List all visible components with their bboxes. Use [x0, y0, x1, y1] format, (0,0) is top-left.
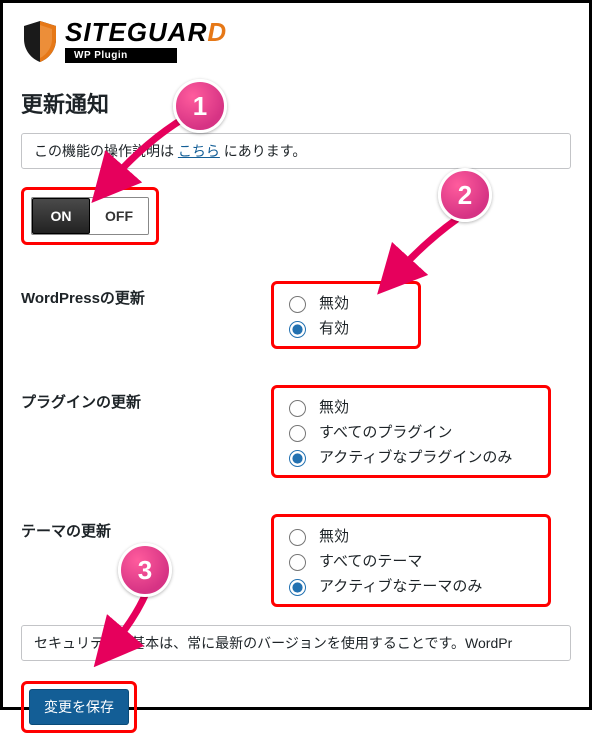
- logo-subtext: WP Plugin: [65, 48, 177, 63]
- options-highlight: 無効 有効: [271, 281, 421, 349]
- option-item[interactable]: 有効: [284, 315, 408, 340]
- row-label: WordPressの更新: [21, 281, 271, 308]
- row-plugin-update: プラグインの更新 無効 すべてのプラグイン アクティブなプラグインのみ: [21, 385, 571, 478]
- option-label: すべてのプラグイン: [319, 421, 452, 442]
- options-highlight: 無効 すべてのテーマ アクティブなテーマのみ: [271, 514, 551, 607]
- option-label: アクティブなプラグインのみ: [319, 446, 512, 467]
- radio-input[interactable]: [289, 400, 306, 417]
- siteguard-logo: SITEGUARD WP Plugin: [21, 19, 571, 63]
- row-wordpress-update: WordPressの更新 無効 有効: [21, 281, 571, 349]
- option-label: 無効: [319, 525, 349, 546]
- option-label: アクティブなテーマのみ: [319, 575, 482, 596]
- annotation-badge-1: 1: [173, 79, 227, 133]
- row-label: プラグインの更新: [21, 385, 271, 412]
- option-item[interactable]: アクティブなプラグインのみ: [284, 444, 538, 469]
- annotation-badge-2: 2: [438, 168, 492, 222]
- option-item[interactable]: 無効: [284, 394, 538, 419]
- radio-input[interactable]: [289, 554, 306, 571]
- row-label: テーマの更新: [21, 514, 271, 541]
- option-item[interactable]: すべてのプラグイン: [284, 419, 538, 444]
- save-highlight: 変更を保存: [21, 681, 137, 733]
- radio-input[interactable]: [289, 425, 306, 442]
- radio-input[interactable]: [289, 296, 306, 313]
- option-label: 有効: [319, 317, 349, 338]
- option-label: 無効: [319, 396, 349, 417]
- option-item[interactable]: すべてのテーマ: [284, 548, 538, 573]
- option-label: すべてのテーマ: [319, 550, 422, 571]
- annotation-arrow-2: [381, 213, 471, 288]
- options-highlight: 無効 すべてのプラグイン アクティブなプラグインのみ: [271, 385, 551, 478]
- logo-text: SITEGUARD: [65, 19, 227, 45]
- radio-input[interactable]: [289, 321, 306, 338]
- option-label: 無効: [319, 292, 349, 313]
- toggle-on-button[interactable]: ON: [32, 198, 90, 234]
- shield-icon: [21, 19, 59, 63]
- radio-input[interactable]: [289, 529, 306, 546]
- annotation-badge-3: 3: [118, 543, 172, 597]
- radio-input[interactable]: [289, 450, 306, 467]
- feature-toggle: ON OFF: [31, 197, 149, 235]
- option-item[interactable]: アクティブなテーマのみ: [284, 573, 538, 598]
- option-item[interactable]: 無効: [284, 290, 408, 315]
- info-suffix: にあります。: [220, 143, 307, 159]
- save-button[interactable]: 変更を保存: [29, 689, 129, 725]
- radio-input[interactable]: [289, 579, 306, 596]
- annotation-arrow-3: [95, 585, 165, 660]
- toggle-off-button[interactable]: OFF: [90, 198, 148, 234]
- option-item[interactable]: 無効: [284, 523, 538, 548]
